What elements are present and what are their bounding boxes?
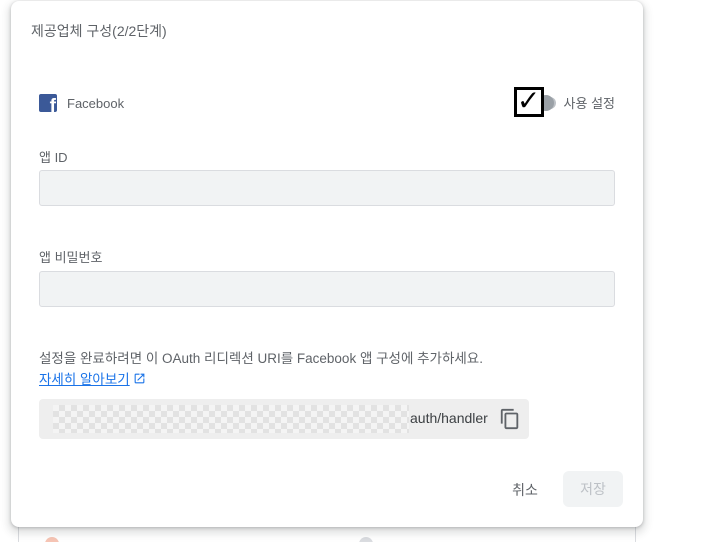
enable-toggle-label: 사용 설정 (563, 95, 615, 111)
redirect-uri-text: auth/handler (410, 410, 488, 426)
enable-toggle[interactable]: ✓ (513, 87, 556, 117)
app-secret-input[interactable] (39, 271, 615, 307)
redirect-uri-box: auth/handler (39, 399, 529, 439)
provider-name: Facebook (67, 95, 125, 111)
open-in-new-icon (134, 373, 145, 383)
redacted-uri-prefix (53, 405, 409, 433)
avatar (45, 537, 59, 542)
app-secret-label: 앱 비밀번호 (39, 250, 103, 265)
facebook-icon: f (39, 94, 57, 112)
provider-header: f Facebook (39, 94, 124, 112)
app-id-label: 앱 ID (39, 150, 68, 165)
learn-more-label: 자세히 알아보기 (39, 372, 130, 387)
avatar (359, 537, 373, 542)
dialog-title: 제공업체 구성(2/2단계) (31, 23, 167, 39)
enable-toggle-row: ✓ 사용 설정 (513, 87, 615, 117)
redirect-uri-instruction: 설정을 완료하려면 이 OAuth 리디렉션 URI를 Facebook 앱 구… (39, 351, 483, 366)
enable-checkbox[interactable]: ✓ (513, 87, 544, 117)
cancel-button[interactable]: 취소 (501, 473, 549, 507)
save-button[interactable]: 저장 (563, 471, 623, 507)
copy-icon[interactable] (499, 407, 521, 431)
app-id-input[interactable] (39, 170, 615, 206)
learn-more-link[interactable]: 자세히 알아보기 (39, 368, 146, 388)
configure-provider-dialog: 제공업체 구성(2/2단계) f Facebook ✓ 사용 설정 앱 ID 앱… (11, 1, 643, 527)
